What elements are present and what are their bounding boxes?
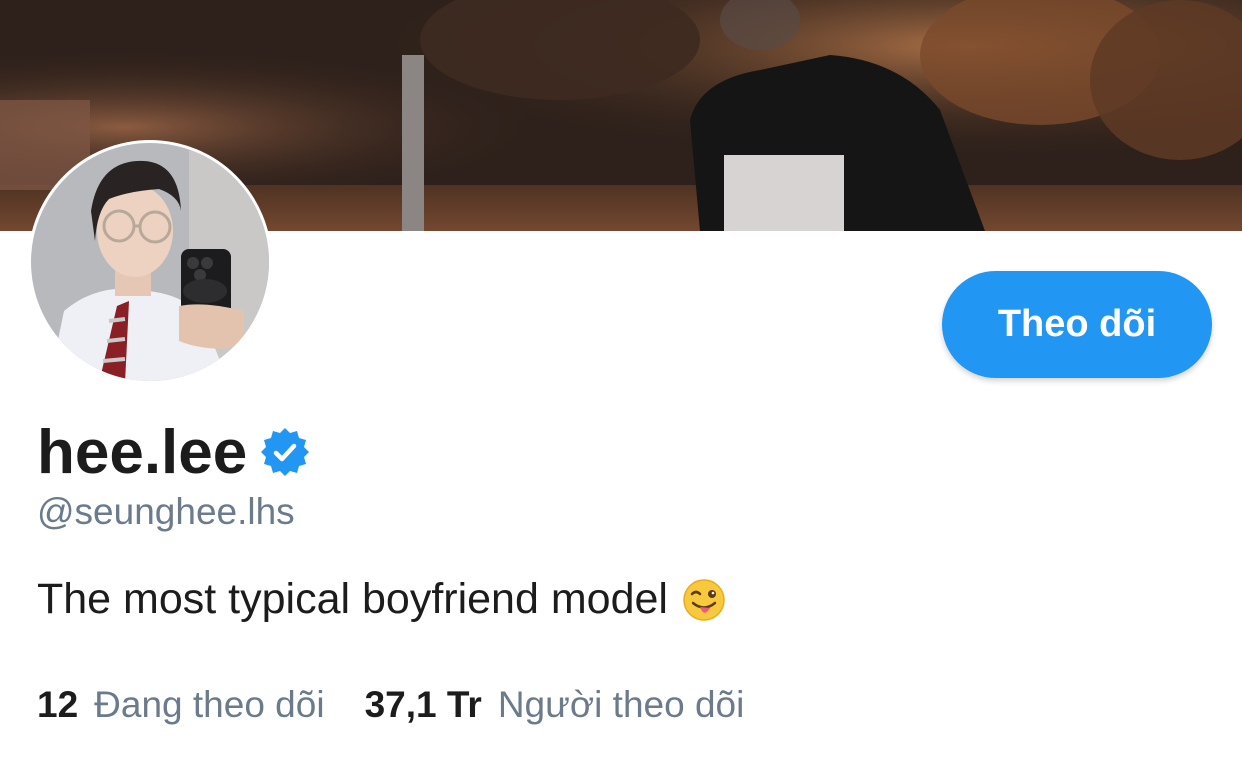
- followers-label: Người theo dõi: [497, 684, 745, 725]
- verified-badge-icon: [259, 426, 311, 478]
- profile-avatar[interactable]: [29, 141, 271, 383]
- followers-count: 37,1 Tr: [364, 684, 482, 725]
- follow-button[interactable]: Theo dõi: [942, 271, 1212, 378]
- following-label: Đang theo dõi: [94, 684, 325, 725]
- following-count: 12: [37, 684, 79, 725]
- winking-face-with-tongue-icon: [682, 578, 726, 622]
- profile-handle: @seunghee.lhs: [37, 491, 295, 532]
- avatar-photo: [29, 141, 271, 383]
- profile-bio: The most typical boyfriend model: [37, 575, 726, 624]
- following-stat-link[interactable]: 12 Đang theo dõi: [37, 684, 325, 726]
- profile-stats: 12 Đang theo dõi 37,1 Tr Người theo dõi: [37, 684, 744, 726]
- followers-stat-link[interactable]: 37,1 Tr Người theo dõi: [365, 684, 745, 726]
- profile-name-row: hee.lee: [37, 412, 311, 492]
- profile-bio-text: The most typical boyfriend model: [37, 575, 668, 623]
- profile-page: Theo dõi hee.lee @seunghee.lhs The most …: [0, 0, 1242, 767]
- profile-display-name: hee.lee: [37, 417, 248, 487]
